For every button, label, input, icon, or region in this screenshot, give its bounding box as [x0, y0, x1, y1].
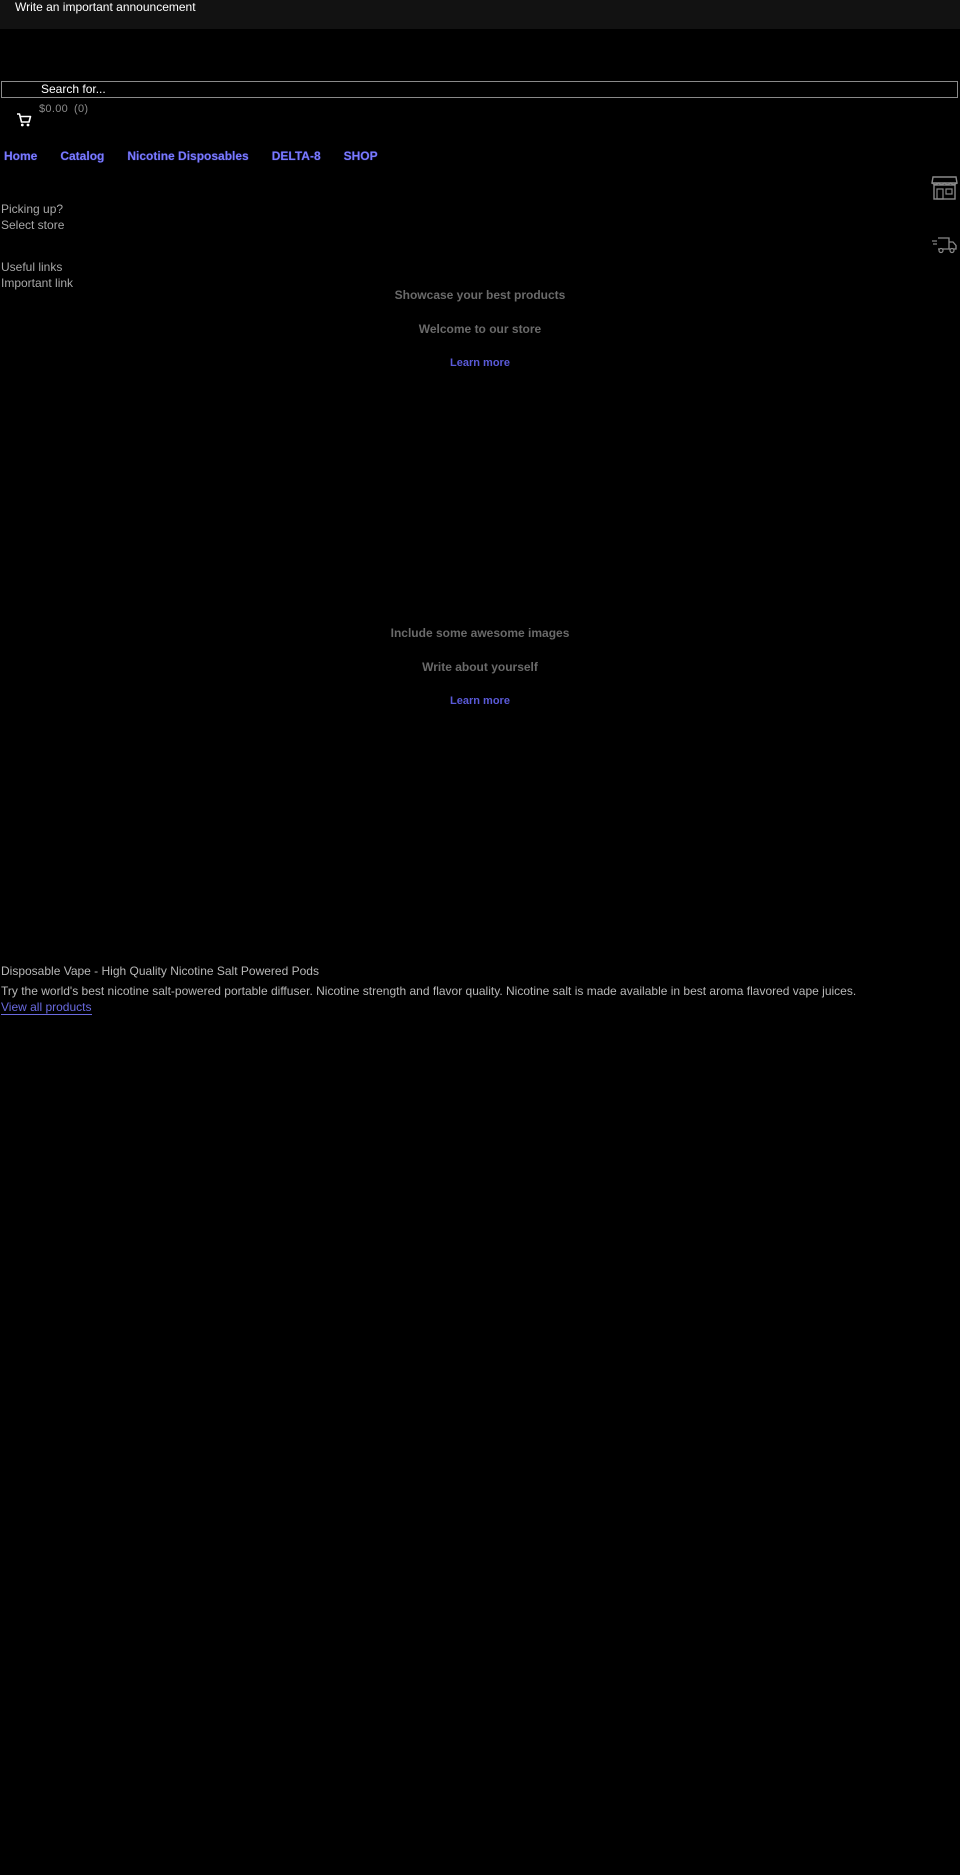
search-input[interactable]: [41, 82, 941, 97]
announcement-bar: Write an important announcement: [0, 0, 960, 29]
nav-item-nicotine-disposables[interactable]: Nicotine Disposables: [127, 149, 248, 163]
view-all-products-link[interactable]: View all products: [1, 1000, 92, 1015]
slide-heading: Showcase your best products: [394, 288, 566, 302]
slide-heading: Include some awesome images: [390, 626, 570, 640]
learn-more-button[interactable]: Learn more: [450, 695, 510, 707]
select-store-link[interactable]: Select store: [1, 217, 64, 233]
nav-item-shop[interactable]: SHOP: [344, 149, 378, 163]
cart-count: (0): [74, 103, 89, 115]
slide-subheading: Welcome to our store: [418, 322, 542, 336]
pickup-block: Picking up? Select store: [1, 201, 64, 233]
slideshow-slide-1: Showcase your best products Welcome to o…: [0, 288, 960, 371]
store-icon[interactable]: [931, 174, 958, 201]
nav-item-catalog[interactable]: Catalog: [60, 149, 104, 163]
pickup-question: Picking up?: [1, 202, 64, 216]
useful-links-block: Useful links Important link: [1, 259, 73, 291]
collection-description: Try the world's best nicotine salt-power…: [1, 984, 857, 998]
collection-title: Disposable Vape - High Quality Nicotine …: [1, 964, 319, 978]
featured-collection: Disposable Vape - High Quality Nicotine …: [1, 963, 941, 1015]
cart-icon[interactable]: [16, 112, 32, 128]
useful-links-link[interactable]: Useful links: [1, 259, 73, 275]
cart-summary[interactable]: $0.00 (0): [39, 103, 94, 115]
slide-subheading: Write about yourself: [422, 660, 538, 674]
search-box[interactable]: [1, 81, 958, 98]
slideshow-slide-2: Include some awesome images Write about …: [0, 626, 960, 709]
cart-total: $0.00: [39, 103, 69, 115]
learn-more-button[interactable]: Learn more: [450, 357, 510, 369]
nav-item-delta-8[interactable]: DELTA-8: [272, 149, 321, 163]
announcement-text: Write an important announcement: [15, 0, 196, 14]
truck-icon[interactable]: [931, 235, 958, 255]
nav-item-home[interactable]: Home: [4, 149, 37, 163]
main-nav: Home Catalog Nicotine Disposables DELTA-…: [4, 149, 401, 163]
